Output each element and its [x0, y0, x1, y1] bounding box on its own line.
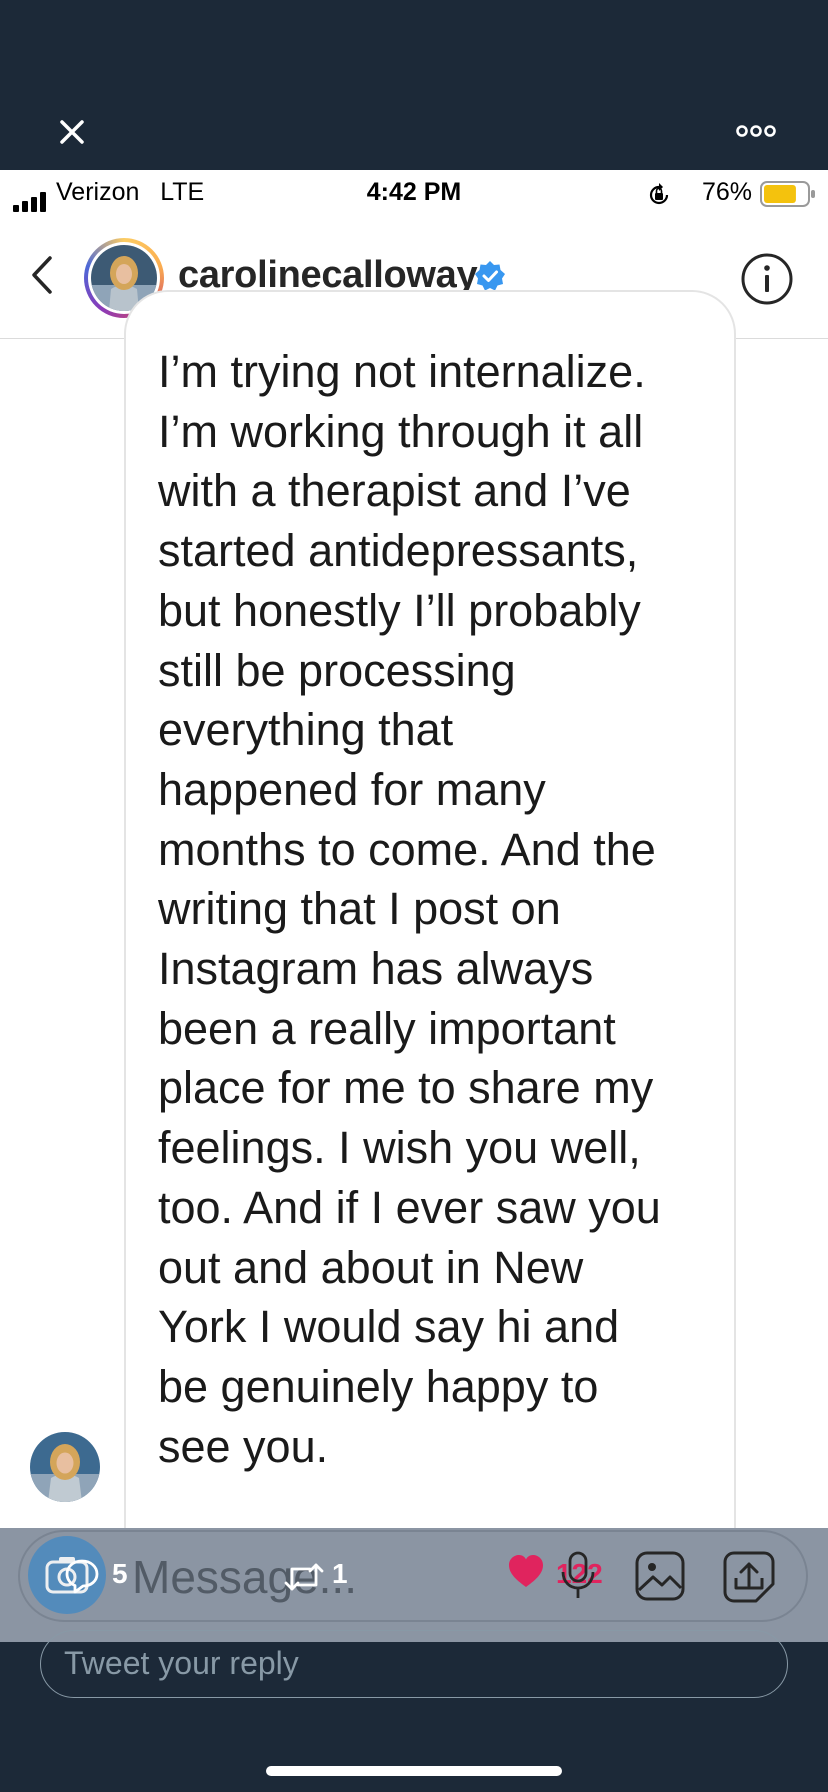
close-button[interactable]	[52, 112, 92, 152]
retweet-count: 1	[332, 1558, 348, 1589]
message-line: York I would say hi and	[158, 1301, 620, 1353]
back-chevron-icon[interactable]	[26, 252, 56, 298]
info-icon[interactable]	[740, 252, 794, 306]
retweet-icon[interactable]	[282, 1557, 326, 1597]
battery-percentage: 76%	[701, 178, 752, 206]
message-line: place for me to share my	[158, 1062, 654, 1114]
message-line: be genuinely happy to	[158, 1360, 599, 1412]
more-dots-icon	[736, 125, 776, 137]
message-line: been a really important	[158, 1002, 616, 1054]
share-sticker-icon[interactable]	[722, 1550, 776, 1604]
status-bar: Verizon LTE 4:42 PM 76%	[0, 170, 828, 216]
message-line: everything that	[158, 704, 454, 756]
message-line: out and about in New	[158, 1241, 584, 1293]
message-line: started antidepressants,	[158, 525, 639, 577]
sender-avatar-photo	[30, 1432, 100, 1502]
gallery-icon[interactable]	[634, 1550, 686, 1602]
message-line: writing that I post on	[158, 883, 561, 935]
sender-avatar[interactable]	[30, 1432, 100, 1502]
message-line: with a therapist and I’ve	[158, 465, 631, 517]
message-line: months to come. And the	[158, 823, 656, 875]
message-line: still be processing	[158, 644, 516, 696]
home-indicator	[266, 1766, 562, 1776]
reply-count: 5	[112, 1558, 128, 1589]
microphone-icon[interactable]	[558, 1550, 598, 1602]
message-line: I’m trying not internalize.	[158, 346, 646, 397]
message-line: feelings. I wish you well,	[158, 1122, 641, 1174]
more-options-button[interactable]	[736, 120, 776, 142]
rotation-lock-icon	[649, 183, 669, 205]
verified-badge-icon	[475, 261, 505, 291]
tweet-reply-placeholder: Tweet your reply	[64, 1645, 299, 1681]
message-line: but honestly I’ll probably	[158, 584, 641, 636]
instagram-dm-screenshot: Verizon LTE 4:42 PM 76% carolinecalloway…	[0, 170, 828, 1640]
message-text: I’m trying not internalize. I’m working t…	[158, 342, 718, 1476]
close-icon	[60, 120, 84, 144]
message-line: happened for many	[158, 763, 546, 815]
battery-icon	[760, 181, 815, 207]
message-line: see you.	[158, 1420, 329, 1472]
heart-icon[interactable]	[506, 1552, 546, 1592]
message-line: I’m working through it all	[158, 405, 644, 457]
reply-icon[interactable]	[62, 1555, 102, 1595]
twitter-top-bar	[0, 0, 828, 170]
message-line: too. And if I ever saw you	[158, 1181, 661, 1233]
message-line: Instagram has always	[158, 943, 594, 995]
